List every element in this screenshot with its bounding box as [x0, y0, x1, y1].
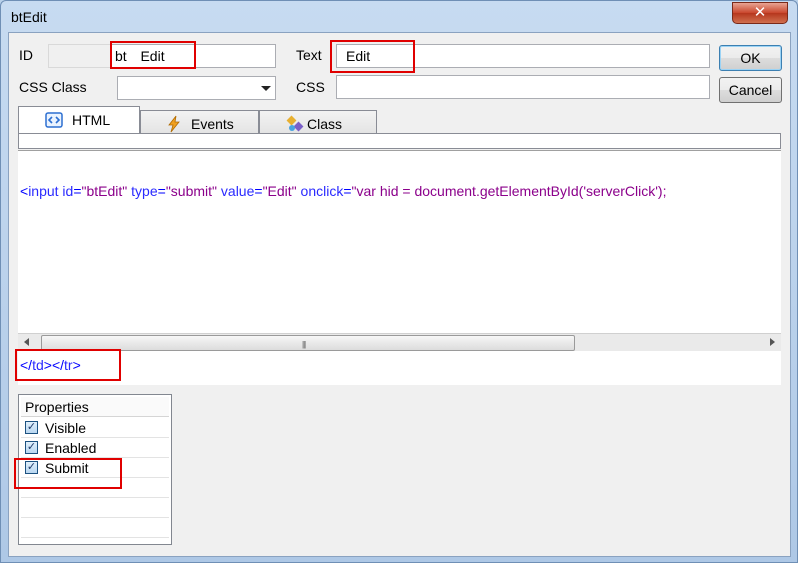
property-label: Enabled: [45, 440, 97, 456]
code-token: =: [343, 183, 352, 199]
class-icon: [286, 115, 304, 132]
editor-footer-area[interactable]: </td></tr>: [18, 351, 781, 385]
code-token: "Edit": [262, 183, 297, 199]
property-enabled[interactable]: ✓ Enabled: [21, 438, 169, 458]
highlight-submit-box: [14, 458, 122, 489]
horizontal-scrollbar[interactable]: |||: [18, 333, 781, 351]
code-token: id: [58, 183, 74, 199]
window-title: btEdit: [11, 9, 47, 25]
code-token: <: [20, 183, 29, 199]
highlight-id-box: [110, 41, 196, 69]
code-token: input: [28, 183, 59, 199]
enabled-checkbox[interactable]: ✓: [25, 441, 38, 454]
code-token: =: [157, 183, 166, 199]
code-token: type: [127, 183, 158, 199]
highlight-closing-tags-box: [15, 349, 121, 381]
scroll-left-icon[interactable]: [24, 338, 29, 346]
tab-events-label: Events: [191, 116, 234, 132]
editor-header-area[interactable]: [18, 150, 781, 180]
css-label: CSS: [296, 79, 325, 95]
code-token: "submit": [165, 183, 218, 199]
property-empty-row: [21, 518, 169, 538]
lightning-icon: [168, 115, 180, 133]
id-prefix-field: [48, 44, 116, 68]
grip-icon: |||: [302, 340, 306, 349]
code-token: "var hid = document.getElementById('serv…: [351, 183, 667, 199]
visible-checkbox[interactable]: ✓: [25, 421, 38, 434]
css-class-label: CSS Class: [19, 79, 87, 95]
dialog-content: ID bt Edit Text Edit OK CSS Class CSS Ca…: [8, 32, 791, 557]
tab-panel: [18, 133, 781, 149]
tab-class-label: Class: [307, 116, 343, 132]
ok-button[interactable]: OK: [719, 45, 782, 71]
code-line: <input id="btEdit" type="submit" value="…: [20, 183, 666, 199]
scroll-right-icon[interactable]: [770, 338, 775, 346]
highlight-text-box: [330, 40, 415, 73]
html-code-icon: [45, 112, 63, 128]
cancel-button[interactable]: Cancel: [719, 77, 782, 103]
scroll-thumb[interactable]: |||: [41, 335, 575, 351]
close-button[interactable]: ✕: [732, 2, 788, 24]
dialog-window: btEdit ✕ ID bt Edit Text Edit OK CSS Cla…: [0, 0, 798, 563]
code-token: =: [254, 183, 263, 199]
properties-header: Properties: [21, 397, 169, 417]
close-icon: ✕: [753, 4, 767, 21]
property-visible[interactable]: ✓ Visible: [21, 418, 169, 438]
tab-html[interactable]: HTML: [18, 106, 140, 134]
id-label: ID: [19, 47, 33, 63]
property-empty-row: [21, 498, 169, 518]
tab-html-label: HTML: [72, 112, 111, 128]
code-token: "btEdit": [81, 183, 128, 199]
css-class-select[interactable]: [117, 76, 276, 100]
text-label: Text: [296, 47, 322, 63]
code-token: =: [73, 183, 82, 199]
html-code-editor[interactable]: <input id="btEdit" type="submit" value="…: [18, 180, 781, 333]
title-bar[interactable]: btEdit ✕: [1, 1, 797, 33]
code-token: value: [217, 183, 255, 199]
chevron-down-icon: [261, 86, 271, 91]
css-input[interactable]: [336, 75, 710, 99]
code-token: onclick: [296, 183, 344, 199]
property-label: Visible: [45, 420, 86, 436]
